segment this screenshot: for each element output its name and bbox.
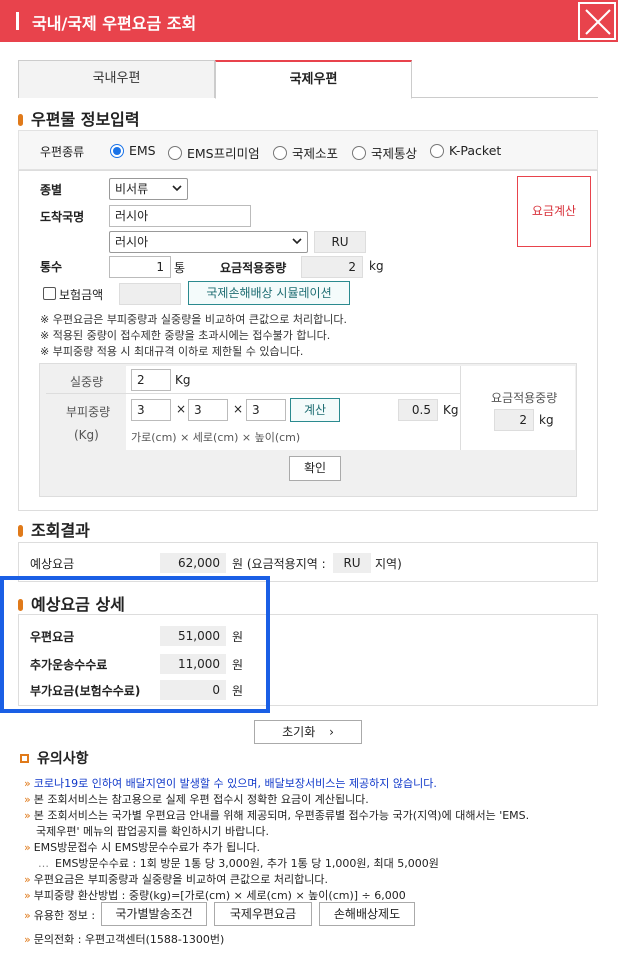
calc-fee-button[interactable]: 요금계산 (517, 176, 591, 247)
count-input[interactable]: 1 (109, 256, 171, 278)
radio-on-icon (110, 143, 124, 158)
chevron-down-icon (292, 238, 302, 245)
info-section-title: 우편물 정보입력 (18, 106, 140, 130)
volume-weight-value: 0.5 (398, 399, 438, 421)
country-conditions-button[interactable]: 국가별발송조건 (101, 902, 207, 926)
dim-width-input[interactable]: 3 (131, 399, 171, 421)
square-bullet-icon (20, 754, 29, 763)
radio-ems-premium[interactable]: EMS프리미엄 (168, 143, 260, 162)
destination-input[interactable]: 러시아 (109, 205, 251, 227)
caution-item-8: » 문의전화 : 우편고객센터(1588-1300번) (24, 933, 225, 946)
bullet-arrow-icon: » (24, 933, 31, 946)
count-unit: 통 (174, 261, 186, 275)
dim-depth-input[interactable]: 3 (188, 399, 228, 421)
bullet-arrow-icon: » (24, 809, 31, 822)
caution-item-7: » 유용한 정보 : (24, 909, 96, 922)
applied-weight-label: 요금적용중량 (220, 261, 287, 275)
bullet-arrow-icon: » (24, 889, 31, 902)
destination-label: 도착국명 (40, 210, 85, 224)
radio-kpacket[interactable]: K-Packet (430, 143, 501, 158)
insurance-checkbox[interactable] (43, 287, 56, 300)
note-line-2: ※ 적용된 중량이 접수제한 중량을 초과시에는 접수불가 합니다. (40, 329, 331, 342)
volume-weight-unit: Kg (443, 403, 459, 417)
chevron-down-icon (172, 185, 182, 192)
note-line-3: ※ 부피중량 적용 시 최대규격 이하로 제한될 수 있습니다. (40, 345, 304, 358)
side-applied-value: 2 (494, 409, 534, 431)
radio-off-icon (352, 145, 366, 160)
caution-item-2: » 본 조회서비스는 참고용으로 실제 우편 접수시 정확한 요금이 계산됩니다. (24, 793, 369, 806)
category-select[interactable]: 비서류 (109, 178, 188, 200)
times-sign-1: × (176, 402, 187, 416)
caution-item-4: » EMS방문접수 시 EMS방문수수료가 추가 됩니다. (24, 841, 260, 854)
bullet-arrow-icon: » (24, 873, 31, 886)
note-line-1: ※ 우편요금은 부피중량과 실중량을 비교하여 큰값으로 처리합니다. (40, 313, 347, 326)
side-applied-label: 요금적용중량 (491, 391, 558, 405)
mail-type-label: 우편종류 (40, 145, 85, 159)
dim-height-input[interactable]: 3 (246, 399, 286, 421)
dim-calc-button[interactable]: 계산 (290, 398, 340, 422)
applied-weight-value: 2 (301, 256, 363, 278)
reset-button[interactable]: 초기화 › (254, 720, 362, 744)
title-bar-mark (16, 12, 19, 30)
chevron-right-icon: › (329, 725, 334, 739)
expected-fee-won: 원 (요금적용지역 : (232, 557, 326, 571)
confirm-button[interactable]: 확인 (289, 456, 341, 481)
zone-value: RU (333, 553, 371, 573)
caution-item-4-sub: … EMS방문수수료 : 1회 방문 1통 당 3,000원, 추가 1통 당 1… (38, 857, 439, 870)
actual-weight-label: 실중량 (70, 375, 104, 389)
insurance-amount-input[interactable] (119, 283, 181, 305)
radio-off-icon (168, 145, 182, 160)
caution-item-5: » 우편요금은 부피중량과 실중량을 비교하여 큰값으로 처리합니다. (24, 873, 328, 886)
expected-fee-label: 예상요금 (30, 557, 75, 571)
title-bar: 국내/국제 우편요금 조회 (0, 0, 618, 42)
tab-domestic[interactable]: 국내우편 (18, 60, 215, 98)
country-code: RU (314, 231, 366, 253)
radio-ems[interactable]: EMS (110, 143, 156, 158)
result-section-title: 조회결과 (18, 517, 90, 541)
highlight-frame (0, 576, 270, 713)
tab-bar: 국내우편 국제우편 (18, 60, 598, 99)
bullet-arrow-icon: » (24, 909, 31, 922)
section-dot-icon (18, 114, 23, 126)
applied-weight-unit: kg (369, 259, 384, 273)
caution-item-1: » 코로나19로 인하여 배달지연이 발생할 수 있으며, 배달보장서비스는 제공… (24, 777, 437, 790)
caution-item-3-cont: 국제우편' 메뉴의 팝업공지를 확인하시기 바랍니다. (36, 825, 270, 838)
category-label: 종별 (40, 183, 63, 197)
expected-fee-value: 62,000 (160, 553, 226, 573)
damage-compensation-button[interactable]: 손해배상제도 (319, 902, 415, 926)
volume-weight-unit-label: (Kg) (74, 428, 99, 442)
radio-off-icon (430, 143, 444, 158)
tab-international[interactable]: 국제우편 (215, 60, 412, 99)
count-label: 통수 (40, 260, 63, 274)
bullet-arrow-icon: » (24, 777, 31, 790)
side-applied-cell (460, 366, 575, 450)
window-title: 국내/국제 우편요금 조회 (32, 14, 197, 33)
dimension-caption: 가로(cm) × 세로(cm) × 높이(cm) (131, 431, 301, 444)
close-icon (585, 9, 611, 35)
caution-title: 유의사항 (20, 748, 89, 768)
bullet-arrow-icon: » (24, 793, 31, 806)
close-button[interactable] (578, 2, 616, 40)
actual-weight-unit: Kg (175, 373, 191, 387)
destination-select[interactable]: 러시아 (109, 231, 308, 253)
times-sign-2: × (233, 402, 244, 416)
radio-intl-letter[interactable]: 국제통상 (352, 143, 417, 162)
insurance-label: 보험금액 (59, 288, 104, 302)
section-dot-icon (18, 525, 23, 537)
actual-weight-input[interactable]: 2 (131, 369, 171, 391)
side-applied-unit: kg (539, 413, 554, 427)
caution-item-6: » 부피중량 환산방법 : 중량(kg)=[가로(cm) × 세로(cm) × 높… (24, 889, 406, 902)
radio-intl-parcel[interactable]: 국제소포 (273, 143, 338, 162)
caution-item-3: » 본 조회서비스는 국가별 우편요금 안내를 위해 제공되며, 우편종류별 접수… (24, 809, 530, 822)
zone-suffix: 지역) (375, 557, 402, 571)
simulation-button[interactable]: 국제손해배상 시뮬레이션 (188, 281, 350, 305)
volume-weight-label: 부피중량 (66, 405, 111, 419)
radio-off-icon (273, 145, 287, 160)
bullet-arrow-icon: » (24, 841, 31, 854)
intl-postage-button[interactable]: 국제우편요금 (214, 902, 312, 926)
